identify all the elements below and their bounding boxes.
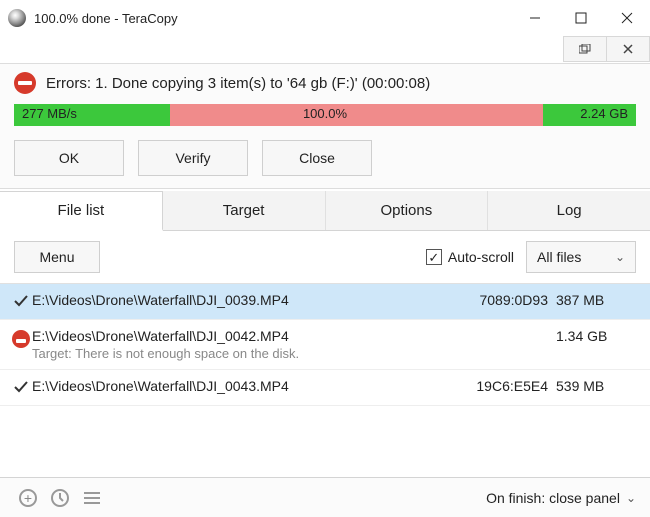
title-bar: 100.0% done - TeraCopy: [0, 0, 650, 36]
minimize-button[interactable]: [512, 0, 558, 36]
bottom-bar: + On finish: close panel ⌄: [0, 477, 650, 517]
file-row[interactable]: E:\Videos\Drone\Waterfall\DJI_0039.MP470…: [0, 284, 650, 320]
file-error-text: Target: There is not enough space on the…: [32, 346, 456, 361]
action-buttons: OK Verify Close: [14, 140, 636, 176]
file-row[interactable]: E:\Videos\Drone\Waterfall\DJI_0042.MP4 Ta…: [0, 320, 650, 370]
hamburger-icon: [84, 492, 100, 504]
check-icon: [10, 292, 32, 311]
file-path: E:\Videos\Drone\Waterfall\DJI_0043.MP4: [32, 378, 456, 394]
progress-percent: 100.0%: [303, 106, 347, 121]
status-area: Errors: 1. Done copying 3 item(s) to '64…: [0, 64, 650, 189]
check-icon: [10, 378, 32, 397]
error-icon: [10, 328, 32, 348]
tab-options[interactable]: Options: [326, 191, 489, 230]
popout-button[interactable]: [563, 36, 607, 62]
tab-bar: File list Target Options Log: [0, 191, 650, 231]
tab-target[interactable]: Target: [163, 191, 326, 230]
progress-total: 2.24 GB: [580, 106, 628, 121]
file-hash: 7089:0D93: [456, 292, 556, 308]
file-hash: 19C6:E5E4: [456, 378, 556, 394]
file-list: E:\Videos\Drone\Waterfall\DJI_0039.MP470…: [0, 284, 650, 406]
status-line: Errors: 1. Done copying 3 item(s) to '64…: [14, 72, 636, 94]
progress-bar: 277 MB/s 100.0% 2.24 GB: [14, 104, 636, 126]
add-button[interactable]: +: [14, 484, 42, 512]
auto-scroll-checkbox[interactable]: ✓ Auto-scroll: [426, 249, 514, 265]
tab-file-list[interactable]: File list: [0, 191, 163, 231]
error-icon: [14, 72, 36, 94]
file-row[interactable]: E:\Videos\Drone\Waterfall\DJI_0043.MP419…: [0, 370, 650, 406]
file-size: 1.34 GB: [556, 328, 636, 344]
history-button[interactable]: [46, 484, 74, 512]
chevron-down-icon: ⌄: [626, 491, 636, 505]
window-title: 100.0% done - TeraCopy: [34, 11, 512, 26]
panel-close-button[interactable]: [606, 36, 650, 62]
menu-button[interactable]: Menu: [14, 241, 100, 273]
on-finish-label[interactable]: On finish: close panel: [486, 490, 620, 506]
maximize-button[interactable]: [558, 0, 604, 36]
file-path: E:\Videos\Drone\Waterfall\DJI_0039.MP4: [32, 292, 456, 308]
close-button[interactable]: Close: [262, 140, 372, 176]
file-list-toolbar: Menu ✓ Auto-scroll All files ⌄: [0, 231, 650, 284]
file-path-col: E:\Videos\Drone\Waterfall\DJI_0039.MP4: [32, 292, 456, 308]
file-size: 387 MB: [556, 292, 636, 308]
ok-button[interactable]: OK: [14, 140, 124, 176]
filter-label: All files: [537, 249, 581, 265]
verify-button[interactable]: Verify: [138, 140, 248, 176]
status-text: Errors: 1. Done copying 3 item(s) to '64…: [46, 75, 430, 92]
filter-select[interactable]: All files ⌄: [526, 241, 636, 273]
file-size: 539 MB: [556, 378, 636, 394]
auto-scroll-label: Auto-scroll: [448, 249, 514, 265]
file-path-col: E:\Videos\Drone\Waterfall\DJI_0043.MP4: [32, 378, 456, 394]
check-icon: ✓: [426, 249, 442, 265]
secondary-controls: [0, 36, 650, 64]
close-window-button[interactable]: [604, 0, 650, 36]
tab-log[interactable]: Log: [488, 191, 650, 230]
file-path-col: E:\Videos\Drone\Waterfall\DJI_0042.MP4 Ta…: [32, 328, 456, 361]
file-path: E:\Videos\Drone\Waterfall\DJI_0042.MP4: [32, 328, 456, 344]
progress-speed: 277 MB/s: [22, 106, 77, 121]
app-icon: [8, 9, 26, 27]
chevron-down-icon: ⌄: [615, 250, 625, 264]
menu-icon-button[interactable]: [78, 484, 106, 512]
